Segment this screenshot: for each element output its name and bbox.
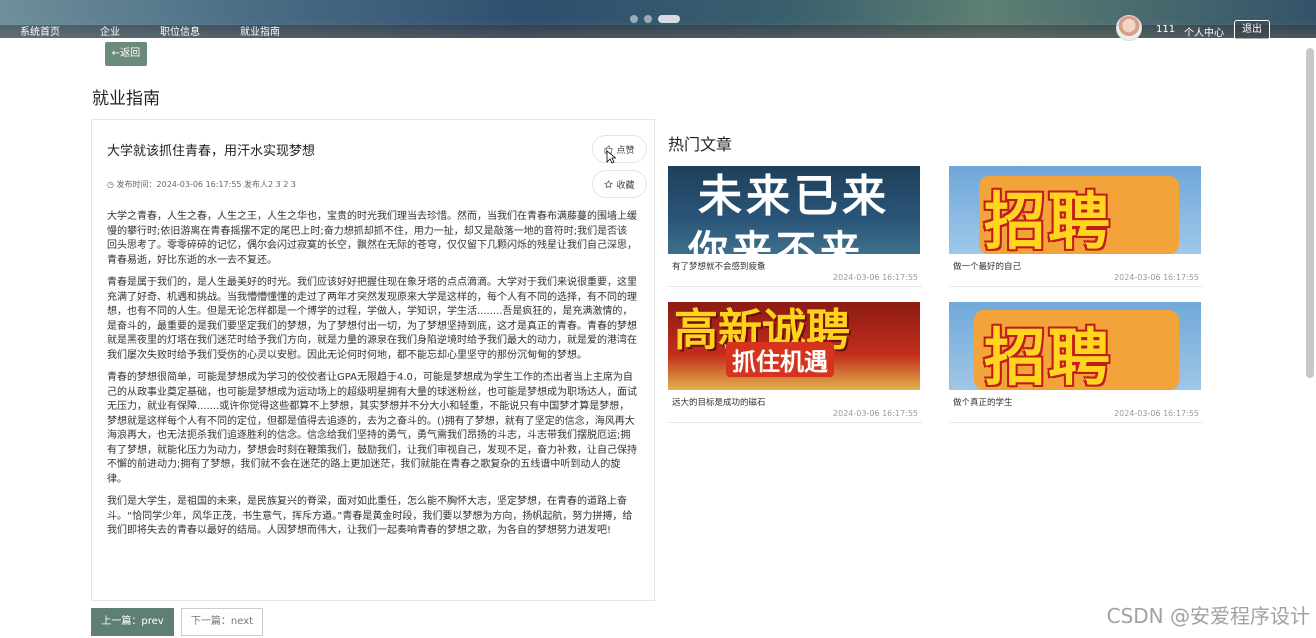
favorite-button[interactable]: 收藏 [592,170,647,198]
hot-article-date: 2024-03-06 16:17:55 [833,273,918,282]
prev-article-button[interactable]: 上一篇：prev [91,608,174,636]
hot-article-card[interactable]: 招聘 做一个最好的自己 2024-03-06 16:17:55 [949,166,1203,287]
avatar[interactable] [1116,15,1142,41]
hot-article-image[interactable]: 未来已来 你来不来 [668,166,920,254]
image-text: 招聘 [984,185,1113,254]
nav-item-home[interactable]: 系统首页 [20,23,60,38]
scrollbar[interactable] [1306,48,1314,378]
article-title: 大学就该抓住青春，用汗水实现梦想 [107,144,316,159]
watermark: CSDN @安爱程序设计 [1106,604,1310,628]
article-paragraph: 我们是大学生，是祖国的未来，是民族复兴的脊梁，面对如此重任，怎么能不胸怀大志，坚… [107,496,633,536]
hot-article-caption[interactable]: 有了梦想就不会感到疲惫 [672,260,766,272]
user-area: 111 个人中心 退出 [1116,15,1316,43]
carousel-indicators[interactable] [630,15,680,23]
next-article-button[interactable]: 下一篇：next [181,608,263,636]
article-meta-text: 发布时间：2024-03-06 16:17:55 发布人2 3 2 3 [116,180,297,189]
hot-articles-title: 热门文章 [668,135,733,154]
carousel-dot[interactable] [630,15,638,23]
hot-article-date: 2024-03-06 16:17:55 [1114,273,1199,282]
like-button[interactable]: 点赞 [592,135,647,163]
hot-article-card[interactable]: 招聘 做个真正的学生 2024-03-06 16:17:55 [949,302,1203,423]
hot-article-card[interactable]: 高新诚聘 抓住机遇 远大的目标是成功的磁石 2024-03-06 16:17:5… [668,302,922,423]
clock-icon: ◷ [107,180,114,189]
nav-item-company[interactable]: 企业 [100,23,120,38]
hot-article-caption[interactable]: 做一个最好的自己 [953,260,1021,272]
hot-article-date: 2024-03-06 16:17:55 [1114,409,1199,418]
article-paragraph: 青春的梦想很简单，可能是梦想成为学习的佼佼者让GPA无限趋于4.0，可能是梦想成… [107,372,637,485]
image-text: 抓住机遇 [726,342,834,377]
image-text: 未来已来 [698,171,890,222]
page-title: 就业指南 [92,89,160,109]
carousel-dot[interactable] [644,15,652,23]
image-text: 你来不来 [688,228,864,254]
hot-article-card[interactable]: 未来已来 你来不来 有了梦想就不会感到疲惫 2024-03-06 16:17:5… [668,166,922,287]
user-name: 111 [1156,24,1176,35]
article-paragraph: 大学之青春，人生之春，人生之王，人生之华也，宝贵的时光我们理当去珍惜。然而，当我… [107,211,637,266]
hot-article-image[interactable]: 高新诚聘 抓住机遇 [668,302,920,390]
logout-button[interactable]: 退出 [1234,20,1270,40]
like-label: 点赞 [616,145,635,156]
image-text: 招聘 [984,321,1113,390]
hot-article-caption[interactable]: 远大的目标是成功的磁石 [672,396,766,408]
carousel-dot-active[interactable] [658,15,680,23]
nav-item-guide[interactable]: 就业指南 [240,23,280,38]
favorite-label: 收藏 [616,180,635,191]
hot-article-date: 2024-03-06 16:17:55 [833,409,918,418]
back-button[interactable]: ←返回 [105,42,147,66]
article-content: 大学之青春，人生之春，人生之王，人生之华也，宝贵的时光我们理当去珍惜。然而，当我… [107,210,637,547]
star-icon [604,179,614,188]
article-paragraph: 青春是属于我们的，是人生最美好的时光。我们应该好好把握住现在象牙塔的点点滴滴。大… [107,277,637,361]
hot-article-image[interactable]: 招聘 [949,302,1201,390]
article-meta: ◷ 发布时间：2024-03-06 16:17:55 发布人2 3 2 3 [107,179,296,190]
article-card: 大学就该抓住青春，用汗水实现梦想 点赞 收藏 ◷ 发布时间：2024-03-06… [91,119,655,601]
mouse-cursor-icon [606,150,616,164]
user-center-link[interactable]: 个人中心 [1184,24,1224,39]
hot-article-caption[interactable]: 做个真正的学生 [953,396,1013,408]
nav-item-jobs[interactable]: 职位信息 [160,23,200,38]
hot-article-image[interactable]: 招聘 [949,166,1201,254]
